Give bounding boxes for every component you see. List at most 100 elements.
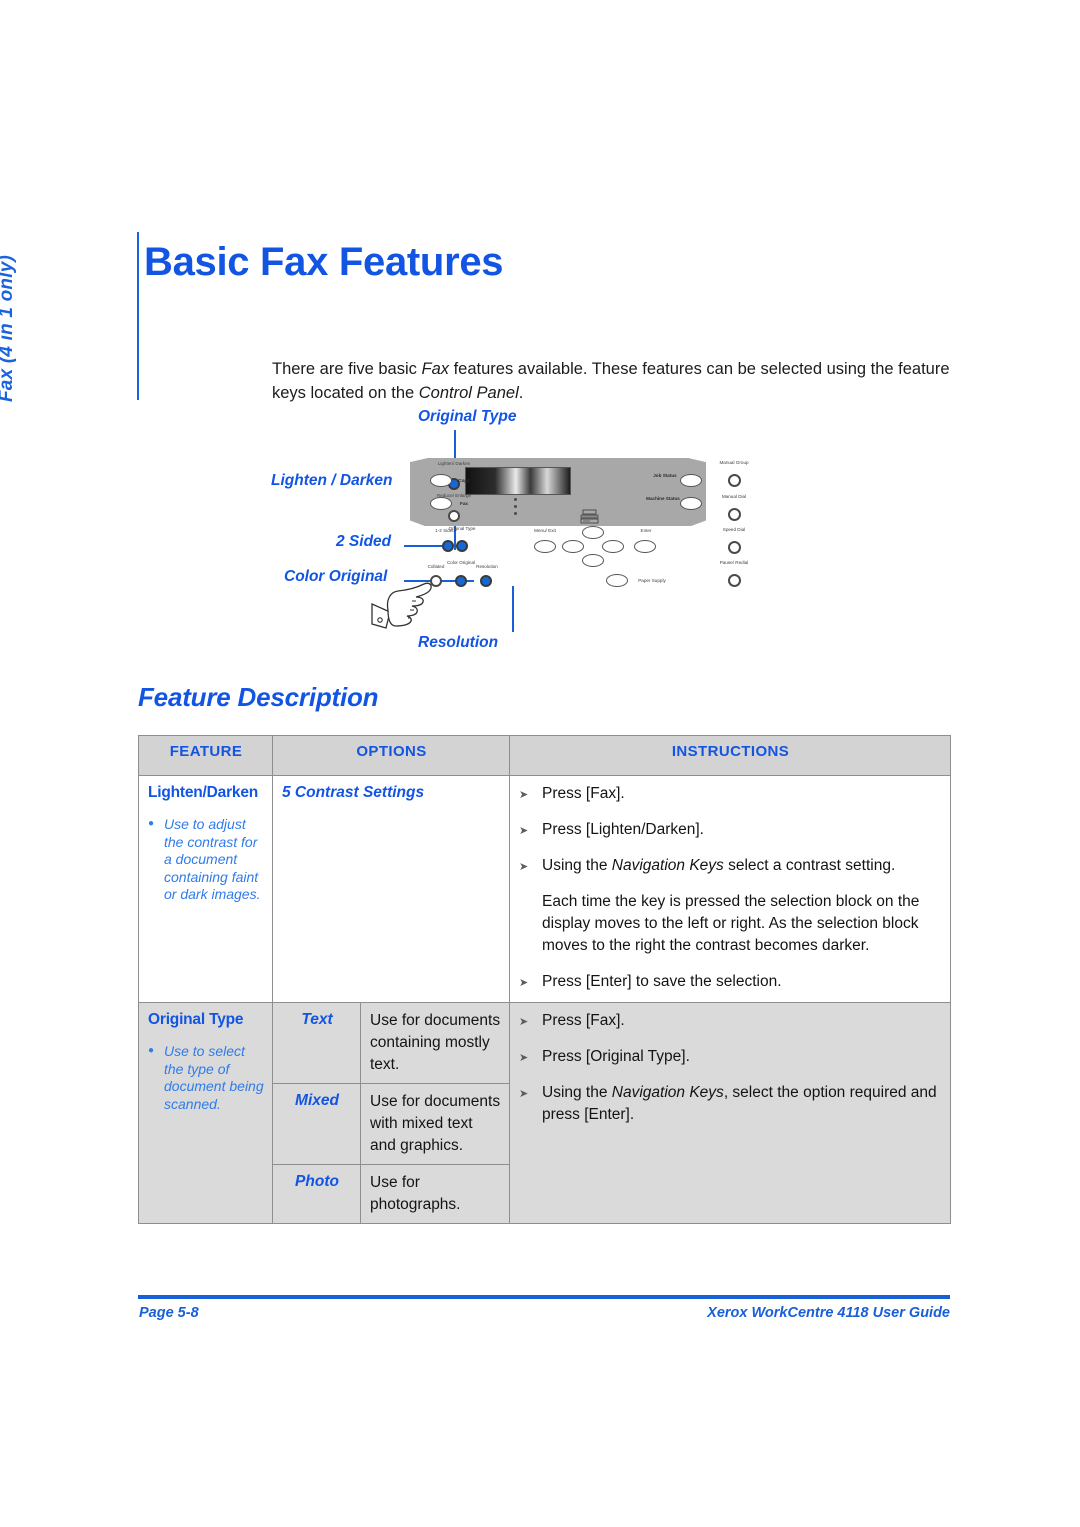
key-color-original[interactable] [455,575,467,587]
footer-divider [138,1295,950,1299]
instruction-step: Press [Fax]. [519,783,942,806]
key-speed-dial[interactable] [728,541,741,554]
key-paper-supply[interactable] [606,574,628,587]
key-nav-down[interactable] [582,554,604,567]
label-machine-status: Machine Status [646,496,680,501]
step-text: Press [Fax]. [542,1012,625,1029]
intro-paragraph: There are five basic Fax features availa… [272,357,960,405]
tab-rule [137,232,139,400]
cell-options: 5 Contrast Settings [272,775,510,1003]
step-text-tail: select a contrast setting. [723,857,896,874]
step-text: Using the [542,857,612,874]
label-menu-exit: Menu/ Exit [534,528,556,533]
cell-feature: Original Type Use to select the type of … [138,1002,273,1224]
key-manual-group[interactable] [728,474,741,487]
label-job-status: Job Status [653,473,677,478]
key-reduce-enlarge[interactable] [448,510,460,522]
table-row: Original Type Use to select the type of … [138,1002,951,1224]
instruction-step: Press [Original Type]. [519,1046,942,1069]
feature-name: Lighten/Darken [148,784,259,801]
intro-em-control-panel: Control Panel [418,383,519,402]
instruction-step: Using the Navigation Keys select a contr… [519,855,942,878]
callout-resolution: Resolution [418,634,499,651]
label-original-type: Original Type [448,526,476,531]
table-row: Lighten/Darken Use to adjust the contras… [138,775,951,1003]
control-panel-display [465,467,571,495]
key-nav-left[interactable] [562,540,584,553]
instruction-note: Each time the key is pressed the selecti… [519,891,942,957]
cell-instructions: Press [Fax]. Press [Lighten/Darken]. Usi… [509,775,951,1003]
key-enter[interactable] [634,540,656,553]
intro-part1: There are five basic [272,359,422,378]
section-title: Feature Description [138,682,379,712]
feature-note: Use to select the type of document being… [148,1042,264,1113]
feature-note: Use to adjust the contrast for a documen… [148,815,264,904]
footer-page-number: Page 5-8 [139,1305,199,1321]
cell-option-name: Text [272,1002,361,1084]
cell-option-name: Mixed [272,1083,361,1165]
column-header-options: OPTIONS [272,735,510,776]
pointing-hand-icon [371,582,432,629]
key-job-status[interactable] [680,474,702,487]
column-header-instructions: INSTRUCTIONS [509,735,951,776]
feature-description-table: FEATURE OPTIONS INSTRUCTIONS Lighten/Dar… [138,735,951,1224]
label-manual-group: Manual Group [719,460,749,465]
instruction-step: Press [Lighten/Darken]. [519,819,942,842]
key-original-type[interactable] [456,540,468,552]
key-machine-status[interactable] [680,497,702,510]
table-header-row: FEATURE OPTIONS INSTRUCTIONS [138,735,951,776]
cell-option-desc: Use for documents containing mostly text… [360,1002,510,1084]
intro-part3: . [518,383,524,402]
display-tick-3 [514,512,517,515]
key-nav-right[interactable] [602,540,624,553]
label-enter: Enter [640,528,652,533]
callout-original-type: Original Type [418,408,517,425]
display-tick-2 [514,505,517,508]
key-resolution[interactable] [480,575,492,587]
callout-2-sided: 2 Sided [336,533,392,550]
option-label: Text [301,1011,333,1028]
key-menu-exit[interactable] [534,540,556,553]
label-fax: Fax [460,501,468,506]
footer-guide-title: Xerox WorkCentre 4118 User Guide [707,1305,950,1321]
control-panel-figure: Original Type Lighten / Darken 2 Sided C… [268,402,768,664]
option-label: 5 Contrast Settings [282,784,425,801]
feature-name: Original Type [148,1011,244,1028]
option-label: Mixed [295,1092,339,1109]
label-pause-redial: Pause/ Redial [719,560,749,565]
document-page: Fax (4 in 1 only) Basic Fax Features The… [0,0,1080,1527]
key-collated[interactable] [430,575,442,587]
instruction-step: Using the Navigation Keys, select the op… [519,1082,942,1126]
key-fax[interactable] [430,497,452,510]
instruction-list: Press [Fax]. Press [Lighten/Darken]. Usi… [519,783,942,994]
key-pause-redial[interactable] [728,574,741,587]
label-lighten-darken: Lighten/ Darken [437,461,471,466]
instruction-step: Press [Fax]. [519,1010,942,1033]
step-text: Press [Lighten/Darken]. [542,821,704,838]
cell-option-name: Photo [272,1164,361,1224]
option-description: Use for documents containing mostly text… [370,1012,501,1073]
label-copy: Copy [458,478,470,483]
key-nav-up[interactable] [582,526,604,539]
step-text: Press [Enter] to save the selection. [542,973,782,990]
key-1-2-sided[interactable] [442,540,454,552]
key-manual-dial[interactable] [728,508,741,521]
step-text: Using the [542,1084,612,1101]
callout-lighten-darken: Lighten / Darken [271,472,393,489]
copier-icon [580,509,599,524]
option-label: Photo [295,1173,339,1190]
cell-feature: Lighten/Darken Use to adjust the contras… [138,775,273,1003]
step-text: Each time the key is pressed the selecti… [542,893,920,954]
key-copy[interactable] [430,474,452,487]
label-manual-dial: Manual Dial [721,494,747,499]
cell-option-desc: Use for documents with mixed text and gr… [360,1083,510,1165]
instruction-step: Press [Enter] to save the selection. [519,971,942,994]
step-emphasis: Navigation Keys [611,1084,724,1101]
column-header-feature: FEATURE [138,735,273,776]
option-description: Use for photographs. [370,1174,461,1213]
display-tick-1 [514,498,517,501]
step-text: Press [Original Type]. [542,1048,690,1065]
cell-instructions: Press [Fax]. Press [Original Type]. Usin… [509,1002,951,1224]
leader-resolution [512,586,514,632]
cell-option-desc: Use for photographs. [360,1164,510,1224]
